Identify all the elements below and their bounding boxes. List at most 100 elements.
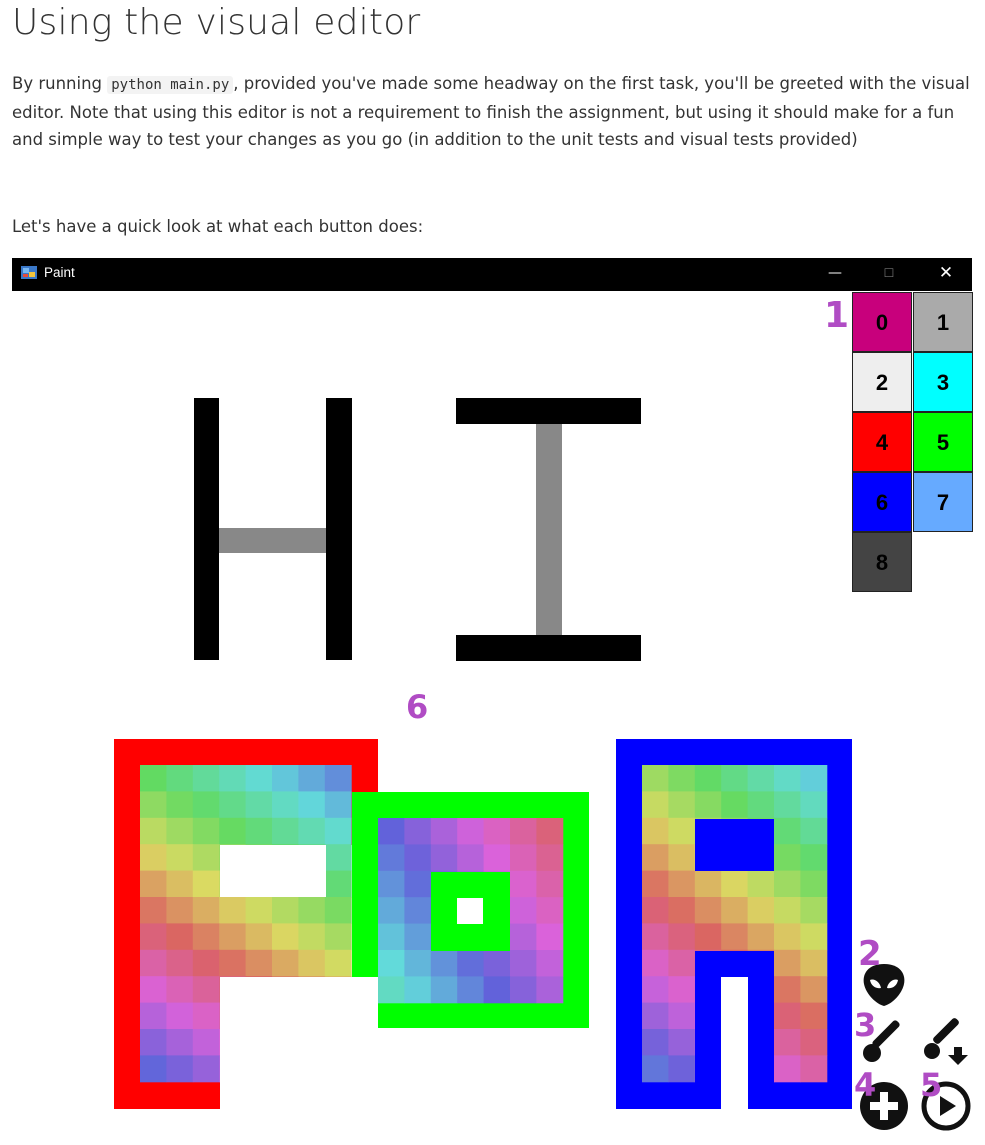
brush-down-icon[interactable]: [918, 1013, 974, 1068]
pixel-cell: [457, 818, 485, 845]
pixel-cell: [721, 923, 749, 951]
pixel-cell: [140, 923, 167, 951]
pixel-cell: [192, 870, 220, 898]
letter-a-leg-gap: [721, 977, 748, 1109]
pixel-cell: [378, 976, 405, 1004]
pixel-cell: [166, 817, 194, 845]
pixel-cell: [694, 870, 722, 898]
pixel-cell: [166, 1002, 194, 1030]
pixel-cell: [483, 818, 511, 845]
pixel-cell: [245, 765, 273, 792]
pixel-cell: [694, 897, 722, 924]
pixel-cell: [192, 844, 220, 872]
pixel-cell: [324, 844, 352, 872]
palette-swatch-1[interactable]: 1: [913, 292, 973, 352]
pixel-cell: [800, 844, 828, 872]
pixel-cell: [166, 765, 194, 792]
close-button[interactable]: ✕: [920, 258, 972, 291]
palette-swatch-5[interactable]: 5: [913, 412, 973, 472]
palette-swatch-6[interactable]: 6: [852, 472, 912, 532]
drawing-canvas[interactable]: [12, 291, 972, 1145]
pixel-cell: [192, 923, 220, 951]
pixel-cell: [510, 844, 537, 872]
letter-a-crossbar: [695, 819, 774, 871]
pixel-cell: [536, 844, 564, 872]
pixel-cell: [245, 923, 273, 951]
pixel-cell: [774, 765, 801, 792]
pixel-cell: [642, 1029, 669, 1056]
palette-swatch-0[interactable]: 0: [852, 292, 912, 352]
pixel-cell: [298, 923, 326, 951]
pixel-cell: [140, 844, 167, 872]
pixel-cell: [774, 791, 801, 819]
pixel-cell: [430, 844, 458, 872]
pixel-cell: [668, 817, 696, 845]
palette-swatch-2[interactable]: 2: [852, 352, 912, 412]
palette-swatch-7[interactable]: 7: [913, 472, 973, 532]
pixel-cell: [324, 897, 352, 924]
pixel-cell: [404, 976, 432, 1004]
palette-swatch-8[interactable]: 8: [852, 532, 912, 592]
pixel-cell: [747, 897, 775, 924]
pixel-cell: [166, 844, 194, 872]
pixel-cell: [298, 897, 326, 924]
pixel-cell: [298, 949, 326, 977]
callout-canvas: 6: [406, 688, 429, 726]
pixel-cell: [668, 1002, 696, 1030]
minimize-button[interactable]: —: [809, 258, 861, 291]
pixel-cell: [430, 976, 458, 1004]
pixel-cell: [166, 870, 194, 898]
pixel-cell: [378, 923, 405, 951]
letter-f-cutout-upper: [220, 845, 326, 897]
pixel-cell: [668, 976, 696, 1004]
pixel-cell: [721, 765, 749, 792]
pixel-cell: [536, 976, 564, 1004]
title-bar[interactable]: Paint — ☐ ✕: [12, 258, 972, 291]
pixel-cell: [774, 844, 801, 872]
letter-h-left-stroke: [194, 398, 219, 660]
palette-swatch-3[interactable]: 3: [913, 352, 973, 412]
pixel-cell: [378, 870, 405, 898]
pixel-cell: [668, 1029, 696, 1056]
pixel-cell: [192, 817, 220, 845]
pixel-cell: [404, 897, 432, 925]
pixel-cell: [404, 950, 432, 977]
pixel-cell: [510, 870, 537, 898]
buttons-intro: Let's have a quick look at what each but…: [12, 217, 424, 236]
pixel-cell: [219, 765, 247, 792]
callout-add: 4: [854, 1066, 877, 1104]
pixel-cell: [166, 949, 194, 977]
pixel-cell: [668, 1055, 696, 1083]
pixel-cell: [668, 897, 696, 924]
maximize-button[interactable]: ☐: [863, 258, 915, 291]
pixel-cell: [774, 1029, 801, 1056]
pixel-cell: [324, 765, 352, 792]
pixel-cell: [747, 923, 775, 951]
pixel-cell: [404, 818, 432, 845]
pixel-cell: [324, 949, 352, 977]
pixel-cell: [430, 818, 458, 845]
pixel-cell: [800, 923, 828, 951]
callout-play: 5: [920, 1066, 943, 1104]
pixel-cell: [694, 791, 722, 819]
pixel-cell: [166, 897, 194, 924]
pixel-cell: [668, 765, 696, 792]
pixel-cell: [668, 844, 696, 872]
letter-i-bottom: [456, 635, 641, 661]
pixel-cell: [774, 897, 801, 924]
pixel-cell: [324, 923, 352, 951]
pixel-cell: [192, 949, 220, 977]
pixel-cell: [800, 817, 828, 845]
pixel-cell: [166, 976, 194, 1004]
pixel-cell: [272, 791, 299, 819]
pixel-cell: [192, 1055, 220, 1083]
pixel-cell: [166, 791, 194, 819]
pixel-cell: [774, 870, 801, 898]
pixel-cell: [140, 1002, 167, 1030]
palette-swatch-4[interactable]: 4: [852, 412, 912, 472]
pixel-cell: [245, 817, 273, 845]
pixel-cell: [245, 791, 273, 819]
pixel-cell: [536, 950, 564, 977]
pixel-cell: [378, 897, 405, 925]
pixel-cell: [272, 897, 299, 924]
